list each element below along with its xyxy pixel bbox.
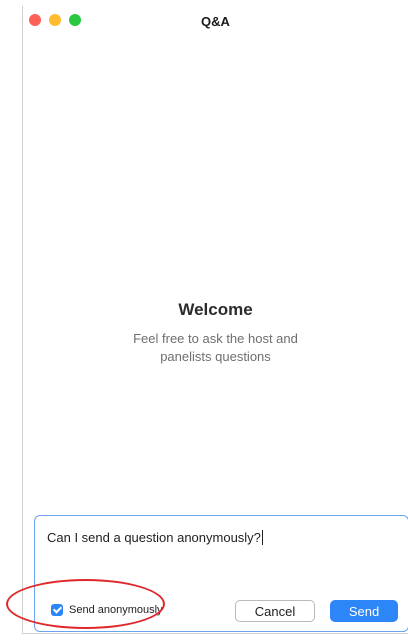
send-button[interactable]: Send: [330, 600, 398, 622]
window-title: Q&A: [201, 14, 230, 29]
question-input[interactable]: Can I send a question anonymously?: [47, 530, 263, 545]
send-anonymously-option[interactable]: Send anonymously: [51, 601, 163, 619]
qa-window: Q&A Welcome Feel free to ask the host an…: [22, 6, 408, 634]
send-anonymously-label: Send anonymously: [69, 604, 163, 616]
welcome-subtitle: Feel free to ask the host and panelists …: [133, 331, 298, 364]
send-anonymously-checkbox[interactable]: [51, 604, 63, 616]
cancel-button[interactable]: Cancel: [235, 600, 315, 622]
question-composer[interactable]: Can I send a question anonymously? Send …: [34, 515, 408, 632]
welcome-title: Welcome: [178, 300, 253, 319]
title-bar: Q&A: [23, 6, 408, 36]
question-input-text: Can I send a question anonymously?: [47, 530, 261, 545]
welcome-panel: Welcome Feel free to ask the host and pa…: [23, 300, 408, 366]
text-caret: [261, 530, 263, 545]
